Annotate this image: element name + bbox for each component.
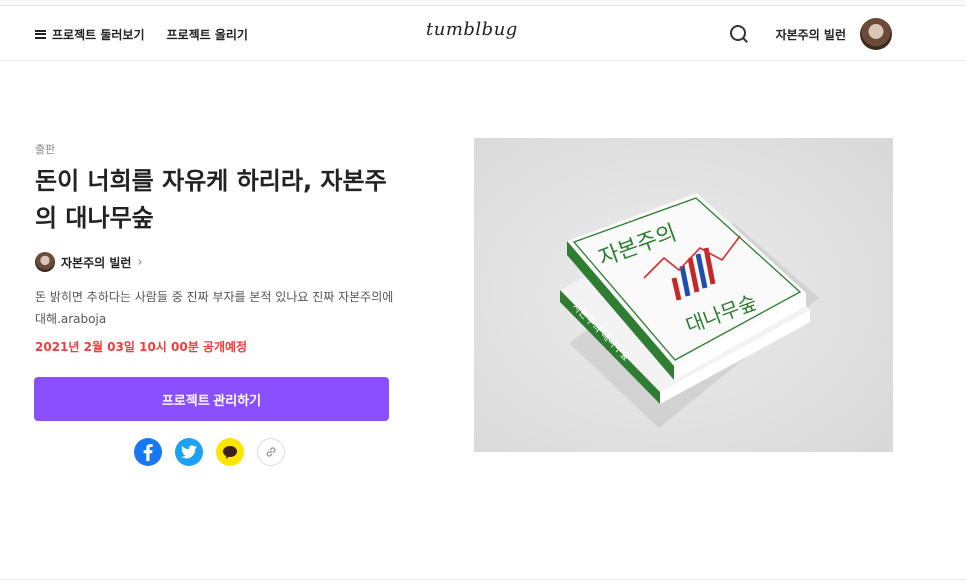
project-hero-image[interactable]: 자본주의 대나무숲 자본주의 대나무숲	[474, 138, 893, 452]
browse-projects-label: 프로젝트 둘러보기	[52, 27, 145, 42]
manage-project-button[interactable]: 프로젝트 관리하기	[34, 377, 389, 421]
main-nav: 프로젝트 둘러보기 프로젝트 올리기	[35, 7, 248, 61]
launch-date: 2021년 2월 03일 10시 00분 공개예정	[35, 340, 248, 354]
menu-icon	[35, 29, 46, 39]
browse-projects-link[interactable]: 프로젝트 둘러보기	[35, 26, 145, 43]
chevron-right-icon: ›	[137, 254, 143, 270]
link-icon[interactable]	[257, 438, 285, 466]
creator-avatar	[35, 252, 55, 272]
user-nav: 자본주의 빌런	[728, 7, 892, 61]
facebook-icon[interactable]	[134, 438, 162, 466]
project-summary: 돈 밝히면 추하다는 사람들 중 진짜 부자를 본적 있나요 진짜 자본주의에 …	[35, 290, 394, 326]
top-border	[0, 0, 966, 6]
share-buttons	[134, 438, 285, 466]
project-title: 돈이 너희를 자유케 하리라, 자본주의 대나무숲	[35, 167, 387, 232]
twitter-icon[interactable]	[175, 438, 203, 466]
bottom-divider	[0, 579, 966, 580]
upload-project-link[interactable]: 프로젝트 올리기	[167, 26, 248, 43]
book-cover-illustration: 자본주의 대나무숲 자본주의 대나무숲	[474, 138, 893, 452]
user-avatar[interactable]	[860, 18, 892, 50]
tumblbug-logo[interactable]: tumblbug	[426, 19, 518, 40]
creator-link[interactable]: 자본주의 빌런 ›	[35, 252, 143, 272]
kakaotalk-icon[interactable]	[216, 438, 244, 466]
user-name[interactable]: 자본주의 빌런	[776, 26, 846, 43]
site-header: 프로젝트 둘러보기 프로젝트 올리기 tumblbug 자본주의 빌런	[0, 7, 966, 61]
creator-name: 자본주의 빌런	[61, 255, 132, 270]
project-category[interactable]: 출판	[35, 141, 55, 157]
search-icon[interactable]	[728, 23, 750, 45]
